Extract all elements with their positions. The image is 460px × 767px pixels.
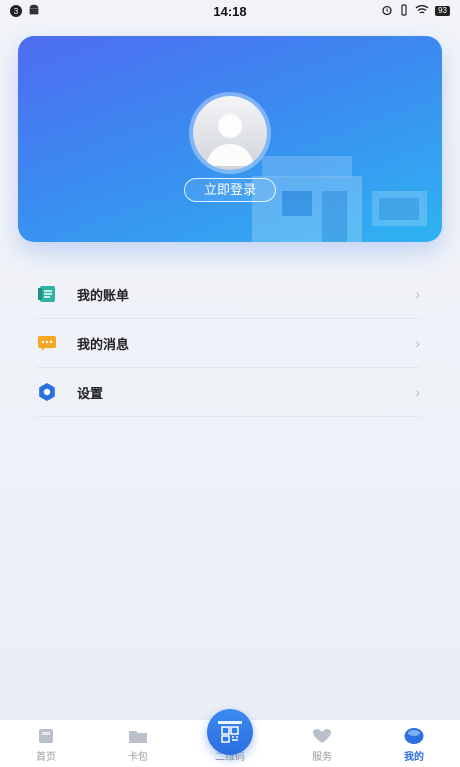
- menu-item-bills[interactable]: 我的账单 ›: [36, 270, 420, 319]
- settings-icon: [36, 381, 58, 403]
- menu-item-settings[interactable]: 设置 ›: [36, 368, 420, 417]
- notification-badge: 3: [10, 5, 22, 17]
- status-bar: 3 14:18 93: [0, 0, 460, 22]
- chevron-right-icon: ›: [415, 286, 420, 302]
- nav-label: 卡包: [128, 752, 148, 763]
- login-button[interactable]: 立即登录: [184, 178, 276, 202]
- home-icon: [36, 727, 56, 745]
- alarm-icon: [381, 4, 393, 19]
- vibrate-icon: [399, 3, 409, 19]
- nav-item-service[interactable]: 服务: [276, 719, 368, 767]
- nav-item-home[interactable]: 首页: [0, 719, 92, 767]
- menu-item-messages[interactable]: 我的消息 ›: [36, 319, 420, 368]
- profile-header-card: 立即登录: [18, 36, 442, 242]
- wifi-icon: [415, 4, 429, 18]
- default-avatar-icon: [206, 114, 254, 166]
- android-icon: [28, 4, 40, 19]
- chevron-right-icon: ›: [415, 384, 420, 400]
- qr-code-button[interactable]: [207, 709, 253, 755]
- nav-item-profile[interactable]: 我的: [368, 719, 460, 767]
- nav-label: 首页: [36, 752, 56, 763]
- service-icon: [312, 727, 332, 745]
- battery-indicator: 93: [435, 6, 450, 16]
- menu-item-label: 我的账单: [77, 287, 130, 303]
- user-avatar[interactable]: [193, 96, 267, 170]
- bill-icon: [36, 283, 58, 305]
- menu-item-label: 设置: [77, 385, 104, 401]
- menu-item-label: 我的消息: [77, 336, 130, 352]
- nav-label: 服务: [312, 752, 332, 763]
- profile-icon: [404, 727, 424, 745]
- qr-code-icon: [218, 721, 242, 743]
- nav-label: 我的: [404, 752, 424, 763]
- profile-menu: 我的账单 › 我的消息 › 设置 ›: [36, 270, 420, 417]
- status-right: 93: [381, 3, 450, 19]
- message-icon: [36, 332, 58, 354]
- nav-item-wallet[interactable]: 卡包: [92, 719, 184, 767]
- wallet-icon: [128, 727, 148, 745]
- chevron-right-icon: ›: [415, 335, 420, 351]
- status-time: 14:18: [213, 3, 247, 19]
- status-left: 3: [10, 4, 40, 19]
